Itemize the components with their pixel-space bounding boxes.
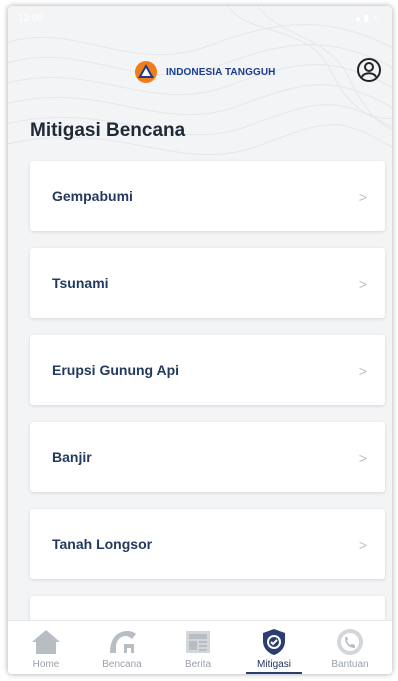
bottom-navigation: Home Bencana Berita Mitigasi Bantuan bbox=[8, 620, 392, 674]
phone-screen: 13:06 ▴ ▮ ◔ INDONESIA TANGGUH Mitigasi B… bbox=[8, 6, 392, 674]
nav-home[interactable]: Home bbox=[8, 621, 84, 674]
mitigation-shield-icon bbox=[263, 629, 285, 655]
nav-label: Bantuan bbox=[331, 659, 369, 670]
brand-logo: INDONESIA TANGGUH bbox=[134, 60, 275, 84]
active-tab-indicator bbox=[246, 672, 302, 674]
list-item-tanah-longsor[interactable]: Tanah Longsor > bbox=[30, 509, 385, 579]
phone-help-icon bbox=[337, 629, 363, 655]
status-time: 13:06 bbox=[18, 13, 44, 24]
list-item-label: Tsunami bbox=[52, 275, 109, 291]
nav-label: Mitigasi bbox=[257, 659, 291, 670]
status-bar: 13:06 ▴ ▮ ◔ bbox=[8, 6, 392, 32]
list-item-label: Gempabumi bbox=[52, 188, 133, 204]
disaster-icon bbox=[110, 631, 136, 653]
chevron-right-icon: > bbox=[358, 363, 367, 379]
nav-label: Berita bbox=[184, 659, 212, 670]
nav-label: Bencana bbox=[102, 659, 142, 670]
list-item-tsunami[interactable]: Tsunami > bbox=[30, 248, 385, 318]
chevron-right-icon: > bbox=[358, 189, 367, 205]
nav-berita[interactable]: Berita bbox=[160, 621, 236, 674]
app-header: INDONESIA TANGGUH bbox=[8, 42, 392, 98]
chevron-right-icon: > bbox=[358, 450, 367, 466]
home-icon bbox=[32, 630, 60, 654]
news-icon bbox=[186, 631, 210, 653]
user-icon bbox=[357, 58, 381, 82]
profile-button[interactable] bbox=[356, 57, 382, 83]
chevron-right-icon: > bbox=[358, 276, 367, 292]
nav-bencana[interactable]: Bencana bbox=[84, 621, 160, 674]
mitigation-list: Gempabumi > Tsunami > Erupsi Gunung Api … bbox=[30, 161, 385, 674]
brand-text: INDONESIA TANGGUH bbox=[166, 66, 276, 78]
page-title: Mitigasi Bencana bbox=[30, 120, 186, 141]
nav-mitigasi[interactable]: Mitigasi bbox=[236, 621, 312, 674]
list-item-erupsi-gunung-api[interactable]: Erupsi Gunung Api > bbox=[30, 335, 385, 405]
list-item-label: Erupsi Gunung Api bbox=[52, 362, 180, 378]
list-item-gempabumi[interactable]: Gempabumi > bbox=[30, 161, 385, 231]
chevron-right-icon: > bbox=[358, 537, 367, 553]
list-item-label: Tanah Longsor bbox=[52, 536, 153, 552]
list-item-banjir[interactable]: Banjir > bbox=[30, 422, 385, 492]
bnpb-logo-icon bbox=[135, 61, 157, 83]
nav-label: Home bbox=[32, 659, 60, 670]
list-item-label: Banjir bbox=[52, 449, 92, 465]
status-icons: ▴ ▮ ◔ bbox=[355, 13, 378, 24]
nav-bantuan[interactable]: Bantuan bbox=[312, 621, 388, 674]
